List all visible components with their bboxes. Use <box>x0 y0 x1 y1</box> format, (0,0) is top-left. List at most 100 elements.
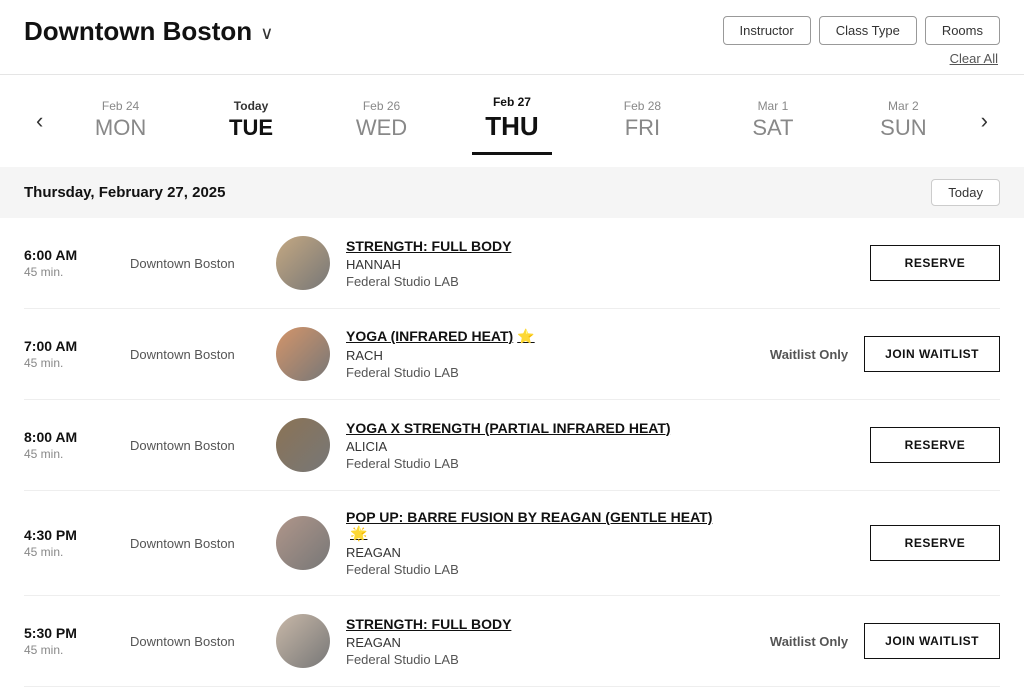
instructor-avatar <box>276 418 330 472</box>
day-name-sat: SAT <box>752 115 793 141</box>
day-date-wed: Feb 26 <box>363 99 400 113</box>
class-studio: Federal Studio LAB <box>346 365 722 380</box>
day-name-thu: THU <box>485 111 538 142</box>
class-time-value: 6:00 AM <box>24 247 114 263</box>
class-action-area: RESERVE <box>870 427 1000 463</box>
day-date-tue: Today <box>234 99 268 113</box>
day-item-sat[interactable]: Mar 1 SAT <box>733 91 813 151</box>
class-row-class-2: 7:00 AM 45 min. Downtown Boston YOGA (IN… <box>24 309 1000 400</box>
day-item-fri[interactable]: Feb 28 FRI <box>602 91 682 151</box>
class-time: 5:30 PM 45 min. <box>24 625 114 657</box>
instructor-avatar <box>276 236 330 290</box>
instructor-avatar <box>276 614 330 668</box>
day-navigation: ‹ Feb 24 MON Today TUE Feb 26 WED Feb 27… <box>0 75 1024 155</box>
class-location: Downtown Boston <box>130 256 260 271</box>
class-info: YOGA X STRENGTH (PARTIAL INFRARED HEAT) … <box>346 420 728 471</box>
class-info: STRENGTH: FULL BODY REAGAN Federal Studi… <box>346 616 722 667</box>
header-left: Downtown Boston ∨ <box>24 16 273 47</box>
class-name: YOGA X STRENGTH (PARTIAL INFRARED HEAT) <box>346 420 728 436</box>
class-time-value: 5:30 PM <box>24 625 114 641</box>
class-list: 6:00 AM 45 min. Downtown Boston STRENGTH… <box>0 218 1024 687</box>
today-button[interactable]: Today <box>931 179 1000 206</box>
day-date-mon: Feb 24 <box>102 99 139 113</box>
class-location: Downtown Boston <box>130 438 260 453</box>
day-name-fri: FRI <box>625 115 660 141</box>
class-status: Waitlist Only <box>738 634 848 649</box>
class-row-class-4: 4:30 PM 45 min. Downtown Boston POP UP: … <box>24 491 1000 596</box>
class-time: 8:00 AM 45 min. <box>24 429 114 461</box>
reserve-button[interactable]: RESERVE <box>870 245 1000 281</box>
day-date-thu: Feb 27 <box>493 95 531 109</box>
class-name: STRENGTH: FULL BODY <box>346 616 722 632</box>
class-row-class-1: 6:00 AM 45 min. Downtown Boston STRENGTH… <box>24 218 1000 309</box>
class-emoji-icon: 🌟 <box>350 525 367 541</box>
header-right: Instructor Class Type Rooms Clear All <box>723 16 1000 66</box>
day-date-sat: Mar 1 <box>758 99 789 113</box>
page-title: Downtown Boston <box>24 16 252 47</box>
class-location: Downtown Boston <box>130 634 260 649</box>
reserve-button[interactable]: RESERVE <box>870 525 1000 561</box>
class-time: 7:00 AM 45 min. <box>24 338 114 370</box>
class-studio: Federal Studio LAB <box>346 274 728 289</box>
class-emoji-icon: ⭐ <box>517 328 534 344</box>
day-name-mon: MON <box>95 115 146 141</box>
class-studio: Federal Studio LAB <box>346 652 722 667</box>
instructor-avatar <box>276 327 330 381</box>
class-status: Waitlist Only <box>738 347 848 362</box>
class-type-filter-button[interactable]: Class Type <box>819 16 917 45</box>
schedule-date-bar: Thursday, February 27, 2025 Today <box>0 167 1024 218</box>
clear-all-link[interactable]: Clear All <box>950 51 1000 66</box>
class-info: POP UP: BARRE FUSION BY REAGAN (GENTLE H… <box>346 509 728 577</box>
class-time: 4:30 PM 45 min. <box>24 527 114 559</box>
day-date-sun: Mar 2 <box>888 99 919 113</box>
class-instructor: REAGAN <box>346 545 728 560</box>
class-name: YOGA (INFRARED HEAT)⭐ <box>346 328 722 345</box>
instructor-filter-button[interactable]: Instructor <box>723 16 811 45</box>
filter-buttons-group: Instructor Class Type Rooms <box>723 16 1000 45</box>
class-action-area: RESERVE <box>870 245 1000 281</box>
day-name-sun: SUN <box>880 115 926 141</box>
rooms-filter-button[interactable]: Rooms <box>925 16 1000 45</box>
page-header: Downtown Boston ∨ Instructor Class Type … <box>0 0 1024 75</box>
day-item-sun[interactable]: Mar 2 SUN <box>863 91 943 151</box>
join-waitlist-button[interactable]: JOIN WAITLIST <box>864 623 1000 659</box>
class-info: YOGA (INFRARED HEAT)⭐ RACH Federal Studi… <box>346 328 722 380</box>
prev-day-arrow[interactable]: ‹ <box>24 100 55 142</box>
class-instructor: ALICIA <box>346 439 728 454</box>
days-container: Feb 24 MON Today TUE Feb 26 WED Feb 27 T… <box>55 87 968 155</box>
class-studio: Federal Studio LAB <box>346 456 728 471</box>
class-name: POP UP: BARRE FUSION BY REAGAN (GENTLE H… <box>346 509 728 542</box>
class-instructor: RACH <box>346 348 722 363</box>
class-studio: Federal Studio LAB <box>346 562 728 577</box>
day-item-wed[interactable]: Feb 26 WED <box>342 91 422 151</box>
class-instructor: HANNAH <box>346 257 728 272</box>
class-time-value: 8:00 AM <box>24 429 114 445</box>
schedule-date-label: Thursday, February 27, 2025 <box>24 184 225 201</box>
class-row-class-5: 5:30 PM 45 min. Downtown Boston STRENGTH… <box>24 596 1000 687</box>
class-time: 6:00 AM 45 min. <box>24 247 114 279</box>
class-action-area: JOIN WAITLIST <box>864 623 1000 659</box>
day-name-wed: WED <box>356 115 407 141</box>
class-action-area: JOIN WAITLIST <box>864 336 1000 372</box>
reserve-button[interactable]: RESERVE <box>870 427 1000 463</box>
join-waitlist-button[interactable]: JOIN WAITLIST <box>864 336 1000 372</box>
instructor-avatar <box>276 516 330 570</box>
class-row-class-3: 8:00 AM 45 min. Downtown Boston YOGA X S… <box>24 400 1000 491</box>
class-duration: 45 min. <box>24 356 114 370</box>
location-chevron-icon[interactable]: ∨ <box>260 23 273 44</box>
class-time-value: 7:00 AM <box>24 338 114 354</box>
day-item-tue[interactable]: Today TUE <box>211 91 291 151</box>
day-item-mon[interactable]: Feb 24 MON <box>81 91 161 151</box>
day-name-tue: TUE <box>229 115 273 141</box>
class-info: STRENGTH: FULL BODY HANNAH Federal Studi… <box>346 238 728 289</box>
class-name: STRENGTH: FULL BODY <box>346 238 728 254</box>
class-duration: 45 min. <box>24 643 114 657</box>
class-location: Downtown Boston <box>130 347 260 362</box>
class-time-value: 4:30 PM <box>24 527 114 543</box>
class-duration: 45 min. <box>24 545 114 559</box>
class-instructor: REAGAN <box>346 635 722 650</box>
class-location: Downtown Boston <box>130 536 260 551</box>
next-day-arrow[interactable]: › <box>969 100 1000 142</box>
class-duration: 45 min. <box>24 447 114 461</box>
day-item-thu[interactable]: Feb 27 THU <box>472 87 552 155</box>
